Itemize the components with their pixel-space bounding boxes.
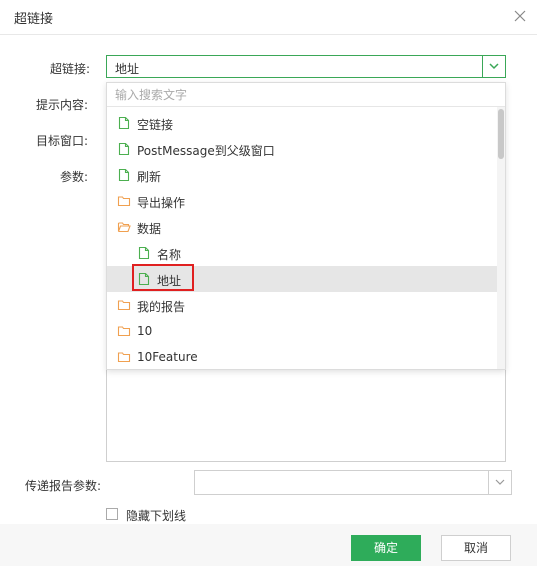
folder-open-icon [117, 220, 131, 234]
hide-underline-checkbox[interactable] [106, 508, 118, 520]
tree-item-label: 刷新 [137, 170, 162, 184]
highlight-box [132, 264, 194, 291]
params-label: 参数: [59, 170, 88, 184]
tree-item[interactable]: 我的报告 [107, 292, 497, 318]
tree-item[interactable]: 空链接 [107, 110, 497, 136]
hyperlink-dropdown: 空链接 PostMessage到父级窗口刷新导出操作数据名称地址我的报告 10 10F… [106, 82, 506, 370]
tree-item[interactable]: 刷新 [107, 162, 497, 188]
tree-item[interactable]: 10 [107, 318, 497, 344]
folder-icon [117, 298, 131, 312]
hyperlink-dialog: 超链接 超链接: 提示内容: 目标窗口: 参数: 地址 空链接 PostMessa… [0, 0, 537, 566]
dialog-title-bar: 超链接 [0, 0, 537, 35]
tree-item-label: 数据 [137, 222, 162, 236]
tree-item-label: 空链接 [137, 118, 174, 132]
pass-params-dropdown-button[interactable] [488, 471, 511, 494]
file-icon [117, 116, 131, 130]
hide-underline-label: 隐藏下划线 [126, 509, 187, 523]
tree-item-label: 名称 [157, 248, 182, 262]
tree-item[interactable]: 数据 [107, 214, 497, 240]
chevron-down-icon [489, 63, 499, 70]
tree-item-label: 10 [137, 324, 153, 338]
hyperlink-combo-value: 地址 [115, 62, 140, 76]
tooltip-label: 提示内容: [35, 98, 88, 112]
tree-item[interactable]: 名称 [107, 240, 497, 266]
hyperlink-label: 超链接: [49, 62, 90, 76]
tree-item[interactable]: 导出操作 [107, 188, 497, 214]
tree-item[interactable]: 地址 [107, 264, 497, 292]
pass-params-label: 传递报告参数: [24, 479, 101, 493]
tree-item-label: PostMessage到父级窗口 [137, 144, 275, 158]
dialog-title: 超链接 [14, 12, 54, 27]
tree-item-label: 导出操作 [137, 196, 186, 210]
close-icon[interactable] [513, 9, 527, 23]
tree-item-label: 10Feature [137, 350, 198, 364]
link-tree: 空链接 PostMessage到父级窗口 刷新导出操作数据名称地址我的报告 10 10F… [107, 110, 497, 368]
hyperlink-combo[interactable]: 地址 [106, 55, 506, 78]
cancel-button[interactable]: 取消 [441, 535, 511, 561]
tree-item[interactable]: PostMessage到父级窗口 [107, 136, 497, 162]
dropdown-search-input[interactable] [107, 83, 505, 107]
hyperlink-dropdown-button[interactable] [482, 56, 505, 77]
folder-icon [117, 350, 131, 364]
scrollbar-thumb[interactable] [498, 109, 504, 159]
folder-icon [117, 194, 131, 208]
target-window-label: 目标窗口: [35, 134, 88, 148]
dropdown-scrollbar[interactable] [497, 107, 505, 369]
tree-item[interactable]: 10Feature [107, 344, 497, 368]
tree-item-label: 我的报告 [137, 300, 186, 314]
pass-params-select[interactable] [194, 470, 512, 495]
chevron-down-icon [495, 479, 505, 485]
file-icon [137, 246, 151, 260]
file-icon [117, 142, 131, 156]
file-icon [117, 168, 131, 182]
folder-icon [117, 324, 131, 338]
ok-button[interactable]: 确定 [351, 535, 421, 561]
